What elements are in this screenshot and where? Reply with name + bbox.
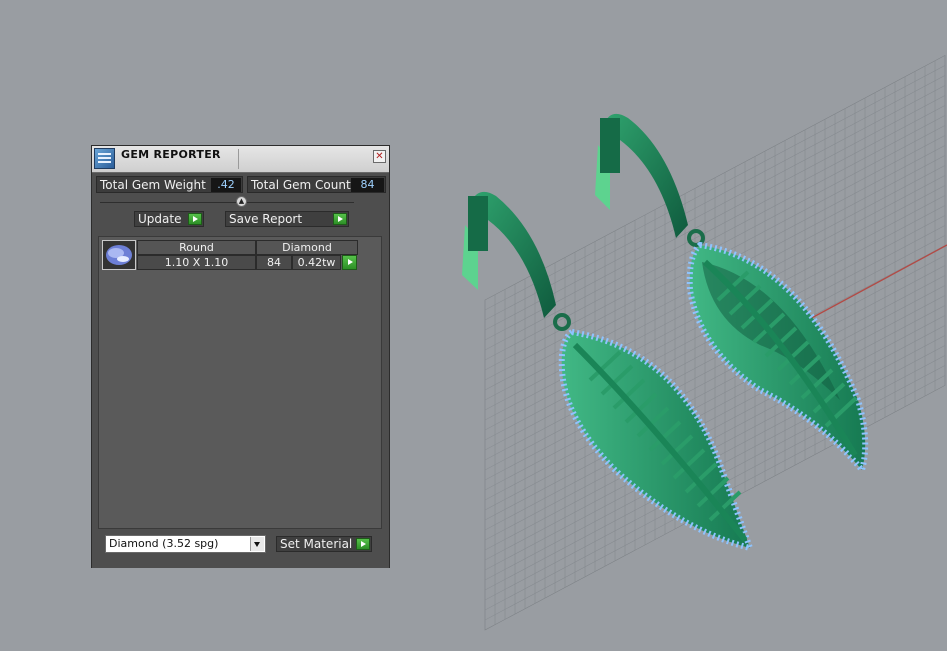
play-icon — [188, 213, 202, 225]
set-material-button-label: Set Material — [280, 537, 353, 551]
close-icon[interactable]: ✕ — [373, 150, 386, 163]
gem-list: Round Diamond 1.10 X 1.10 84 0.42tw — [98, 236, 382, 529]
set-material-button[interactable]: Set Material — [276, 536, 372, 552]
gem-reporter-panel: GEM REPORTER ✕ Total Gem Weight .42 Tota… — [91, 145, 390, 568]
panel-titlebar[interactable]: GEM REPORTER ✕ — [92, 146, 389, 173]
save-report-button-label: Save Report — [229, 212, 303, 226]
collapse-handle-icon[interactable]: ▲ — [236, 196, 247, 207]
total-gem-count-label: Total Gem Count — [251, 178, 351, 192]
gem-size-cell: 1.10 X 1.10 — [137, 255, 256, 270]
panel-title: GEM REPORTER — [121, 148, 221, 161]
gem-material-cell: Diamond — [256, 240, 358, 255]
play-icon — [333, 213, 347, 225]
panel-divider — [100, 202, 354, 203]
total-gem-weight-value: .42 — [211, 178, 241, 192]
app-icon — [94, 148, 115, 169]
gem-count-cell: 84 — [256, 255, 292, 270]
panel-body: Total Gem Weight .42 Total Gem Count 84 … — [92, 172, 389, 568]
play-icon — [356, 538, 370, 550]
title-separator — [238, 149, 239, 169]
total-gem-count-value: 84 — [351, 178, 384, 192]
gem-thumbnail — [102, 240, 136, 270]
material-select[interactable]: Diamond (3.52 spg) — [105, 535, 266, 553]
play-icon[interactable] — [342, 255, 357, 270]
save-report-button[interactable]: Save Report — [225, 211, 349, 227]
gem-weight-cell: 0.42tw — [292, 255, 341, 270]
chevron-down-icon[interactable] — [250, 537, 264, 551]
gem-cut-cell: Round — [137, 240, 256, 255]
update-button[interactable]: Update — [134, 211, 204, 227]
gem-row[interactable]: Round Diamond 1.10 X 1.10 84 0.42tw — [99, 237, 381, 273]
material-select-value: Diamond (3.52 spg) — [109, 537, 219, 550]
update-button-label: Update — [138, 212, 182, 226]
total-gem-weight-label: Total Gem Weight — [100, 178, 206, 192]
